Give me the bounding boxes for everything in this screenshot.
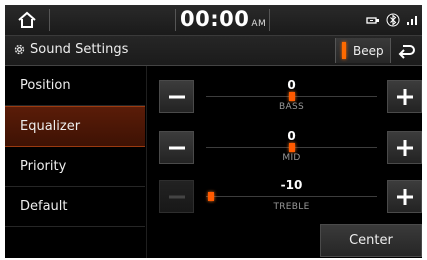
mid-increase-button[interactable] [387,131,422,164]
status-bar: 00:00 AM [5,5,422,36]
treble-slider-knob[interactable] [208,192,215,201]
beep-indicator [342,42,346,59]
plus-icon [396,188,413,205]
home-icon [18,11,36,28]
mid-slider-knob[interactable] [288,143,295,152]
eq-row-treble: -10 TREBLE [159,178,422,230]
clock: 00:00 AM [180,7,266,31]
status-divider [175,9,176,31]
clock-ampm: AM [251,19,267,29]
menu-item-default[interactable]: Default [5,187,145,227]
bass-increase-button[interactable] [387,80,422,113]
bass-slider[interactable] [206,92,377,101]
center-button[interactable]: Center [320,224,422,257]
settings-menu: Position Equalizer Priority Default [5,66,145,258]
plus-icon [396,139,413,156]
mid-label: MID [282,153,301,163]
status-divider [49,9,50,31]
minus-icon [168,95,185,98]
treble-label: TREBLE [273,202,310,212]
page-title: Sound Settings [13,42,128,57]
content-divider [146,66,147,258]
menu-item-label: Position [20,78,71,93]
screen: 00:00 AM Sound Settings Beep Position Eq… [5,5,422,258]
usb-icon [366,17,379,24]
bluetooth-icon [386,13,400,27]
signal-icon [407,16,417,25]
menu-item-label: Default [20,199,68,214]
mid-slider[interactable] [206,143,377,152]
treble-value: -10 [280,178,303,192]
mid-decrease-button[interactable] [159,131,194,164]
treble-decrease-button[interactable] [159,180,194,213]
mid-value: 0 [287,129,296,143]
clock-time: 00:00 [180,7,250,31]
back-button[interactable] [392,38,422,63]
eq-row-bass: 0 BASS [159,78,422,130]
bass-value: 0 [287,78,296,92]
beep-button[interactable]: Beep [335,38,391,63]
status-divider [269,9,270,31]
minus-icon [168,146,185,149]
beep-label: Beep [353,43,384,58]
menu-item-label: Equalizer [20,119,81,134]
menu-item-label: Priority [20,159,67,174]
status-icons [366,13,418,27]
back-arrow-icon [398,44,415,59]
plus-icon [396,88,413,105]
minus-icon [168,195,185,198]
bass-slider-knob[interactable] [288,92,295,101]
title-bar: Sound Settings Beep [5,36,422,66]
treble-increase-button[interactable] [387,180,422,213]
title-text: Sound Settings [30,42,129,57]
treble-slider[interactable] [206,192,377,201]
gear-icon [14,44,25,55]
menu-item-position[interactable]: Position [5,66,145,106]
eq-row-mid: 0 MID [159,129,422,181]
center-label: Center [349,233,393,248]
bass-label: BASS [279,102,304,112]
menu-item-priority[interactable]: Priority [5,147,145,187]
bass-decrease-button[interactable] [159,80,194,113]
home-button[interactable] [5,5,49,35]
menu-item-equalizer[interactable]: Equalizer [5,106,145,147]
